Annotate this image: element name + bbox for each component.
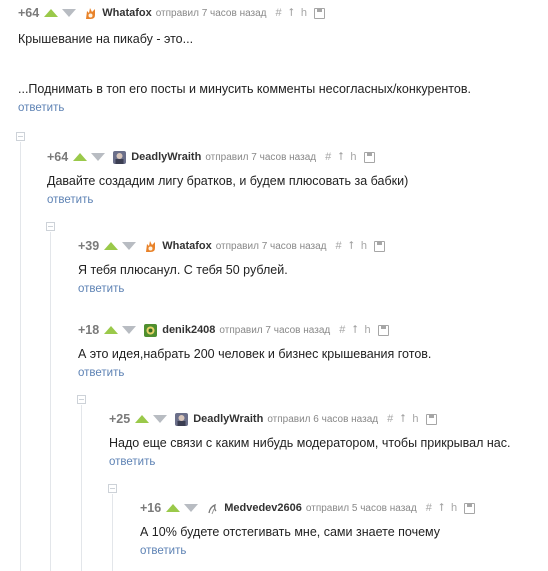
thread-guide-line [81,405,82,571]
downvote-icon[interactable] [153,415,168,423]
comment-time: отправил 7 часов назад [215,240,327,252]
comment-rating: +39 [78,239,100,253]
comment-thread: +64 Whatafox отправил 7 часов назад # ⭡ … [0,0,548,571]
upvote-icon[interactable] [104,326,119,334]
comment: +16 Medvedev2606 отправил 5 часов назад … [140,499,481,559]
save-icon[interactable] [464,502,476,514]
wraith-avatar-icon [175,412,189,426]
comment: +64 Whatafox отправил 7 часов назад # ⭡ … [18,4,471,116]
author-link[interactable]: DeadlyWraith [193,413,263,425]
reply-link[interactable]: ответить [109,456,155,468]
upvote-icon[interactable] [104,242,119,250]
save-icon[interactable] [373,240,385,252]
comment-header: +25 DeadlyWraith отправил 6 часов назад … [109,410,510,428]
thread-guide-line [20,142,21,571]
author-link[interactable]: DeadlyWraith [131,151,201,163]
upvote-icon[interactable] [44,9,59,17]
comment-text-line: Надо еще связи с каким нибудь модераторо… [109,436,511,450]
upvote-icon[interactable] [166,504,181,512]
comment: +25 DeadlyWraith отправил 6 часов назад … [109,410,510,470]
comment-rating: +25 [109,412,131,426]
comment-time: отправил 7 часов назад [155,7,267,19]
branch-icon[interactable]: h [350,151,356,163]
branch-icon[interactable]: h [301,7,307,19]
wraith-avatar-icon [113,150,127,164]
author-link[interactable]: Whatafox [162,240,212,252]
reply-link[interactable]: ответить [18,102,64,114]
comment-rating: +64 [18,6,40,20]
downvote-icon[interactable] [91,153,106,161]
author-link[interactable]: Medvedev2606 [224,502,302,514]
hash-icon[interactable]: # [276,7,282,19]
comment-header: +64 DeadlyWraith отправил 7 часов назад … [47,148,408,166]
comment-text-line [18,48,471,65]
up-arrow-icon[interactable]: ⭡ [289,7,294,19]
save-icon[interactable] [363,151,375,163]
branch-icon[interactable]: h [451,502,457,514]
fox-avatar-icon [144,240,157,253]
comment-text-line: ...Поднимать в топ его посты и минусить … [18,82,471,96]
comment-time: отправил 6 часов назад [267,413,379,425]
save-icon[interactable] [425,413,437,425]
comment-time: отправил 7 часов назад [205,151,317,163]
upvote-icon[interactable] [73,153,88,161]
branch-icon[interactable]: h [365,324,371,336]
author-link[interactable]: denik2408 [162,324,215,336]
medvedev-avatar-icon [206,502,219,515]
up-arrow-icon[interactable]: ⭡ [338,151,343,163]
comment-rating: +18 [78,323,100,337]
comment-header: +39 Whatafox отправил 7 часов назад # ⭡ … [78,237,391,255]
hash-icon[interactable]: # [387,413,393,425]
fox-avatar-icon [84,7,97,20]
thread-guide-line [50,232,51,571]
comment: +39 Whatafox отправил 7 часов назад # ⭡ … [78,237,391,297]
comment-time: отправил 5 часов назад [305,502,417,514]
comment-rating: +64 [47,150,69,164]
reply-link[interactable]: ответить [140,545,186,557]
hash-icon[interactable]: # [325,151,331,163]
comment-rating: +16 [140,501,162,515]
hash-icon[interactable]: # [336,240,342,252]
collapse-toggle-icon[interactable] [46,222,55,231]
comment-header: +16 Medvedev2606 отправил 5 часов назад … [140,499,481,517]
downvote-icon[interactable] [122,242,137,250]
up-arrow-icon[interactable]: ⭡ [439,502,444,514]
denik-avatar-icon [144,323,158,337]
hash-icon[interactable]: # [426,502,432,514]
comment-time: отправил 7 часов назад [219,324,331,336]
downvote-icon[interactable] [184,504,199,512]
reply-link[interactable]: ответить [78,367,124,379]
branch-icon[interactable]: h [412,413,418,425]
comment-header: +18 denik2408 отправил 7 часов назад # ⭡… [78,321,431,339]
comment-text-line: Крышевание на пикабу - это... [18,32,194,46]
save-icon[interactable] [377,324,389,336]
thread-guide-line [112,494,113,571]
up-arrow-icon[interactable]: ⭡ [349,240,354,252]
collapse-toggle-icon[interactable] [16,132,25,141]
save-icon[interactable] [313,7,325,19]
comment-text-line: А это идея,набрать 200 человек и бизнес … [78,347,432,361]
reply-link[interactable]: ответить [47,194,93,206]
downvote-icon[interactable] [122,326,137,334]
up-arrow-icon[interactable]: ⭡ [400,413,405,425]
comment: +64 DeadlyWraith отправил 7 часов назад … [47,148,408,208]
comment-text-line: А 10% будете отстегивать мне, сами знает… [140,525,441,539]
up-arrow-icon[interactable]: ⭡ [352,324,357,336]
comment: +18 denik2408 отправил 7 часов назад # ⭡… [78,321,431,381]
comment-text-line: Я тебя плюсанул. С тебя 50 рублей. [78,263,288,277]
branch-icon[interactable]: h [361,240,367,252]
comment-text-line: Давайте создадим лигу братков, и будем п… [47,174,409,188]
collapse-toggle-icon[interactable] [108,484,117,493]
author-link[interactable]: Whatafox [102,7,152,19]
reply-link[interactable]: ответить [78,283,124,295]
hash-icon[interactable]: # [339,324,345,336]
collapse-toggle-icon[interactable] [77,395,86,404]
upvote-icon[interactable] [135,415,150,423]
downvote-icon[interactable] [62,9,77,17]
comment-header: +64 Whatafox отправил 7 часов назад # ⭡ … [18,4,471,22]
